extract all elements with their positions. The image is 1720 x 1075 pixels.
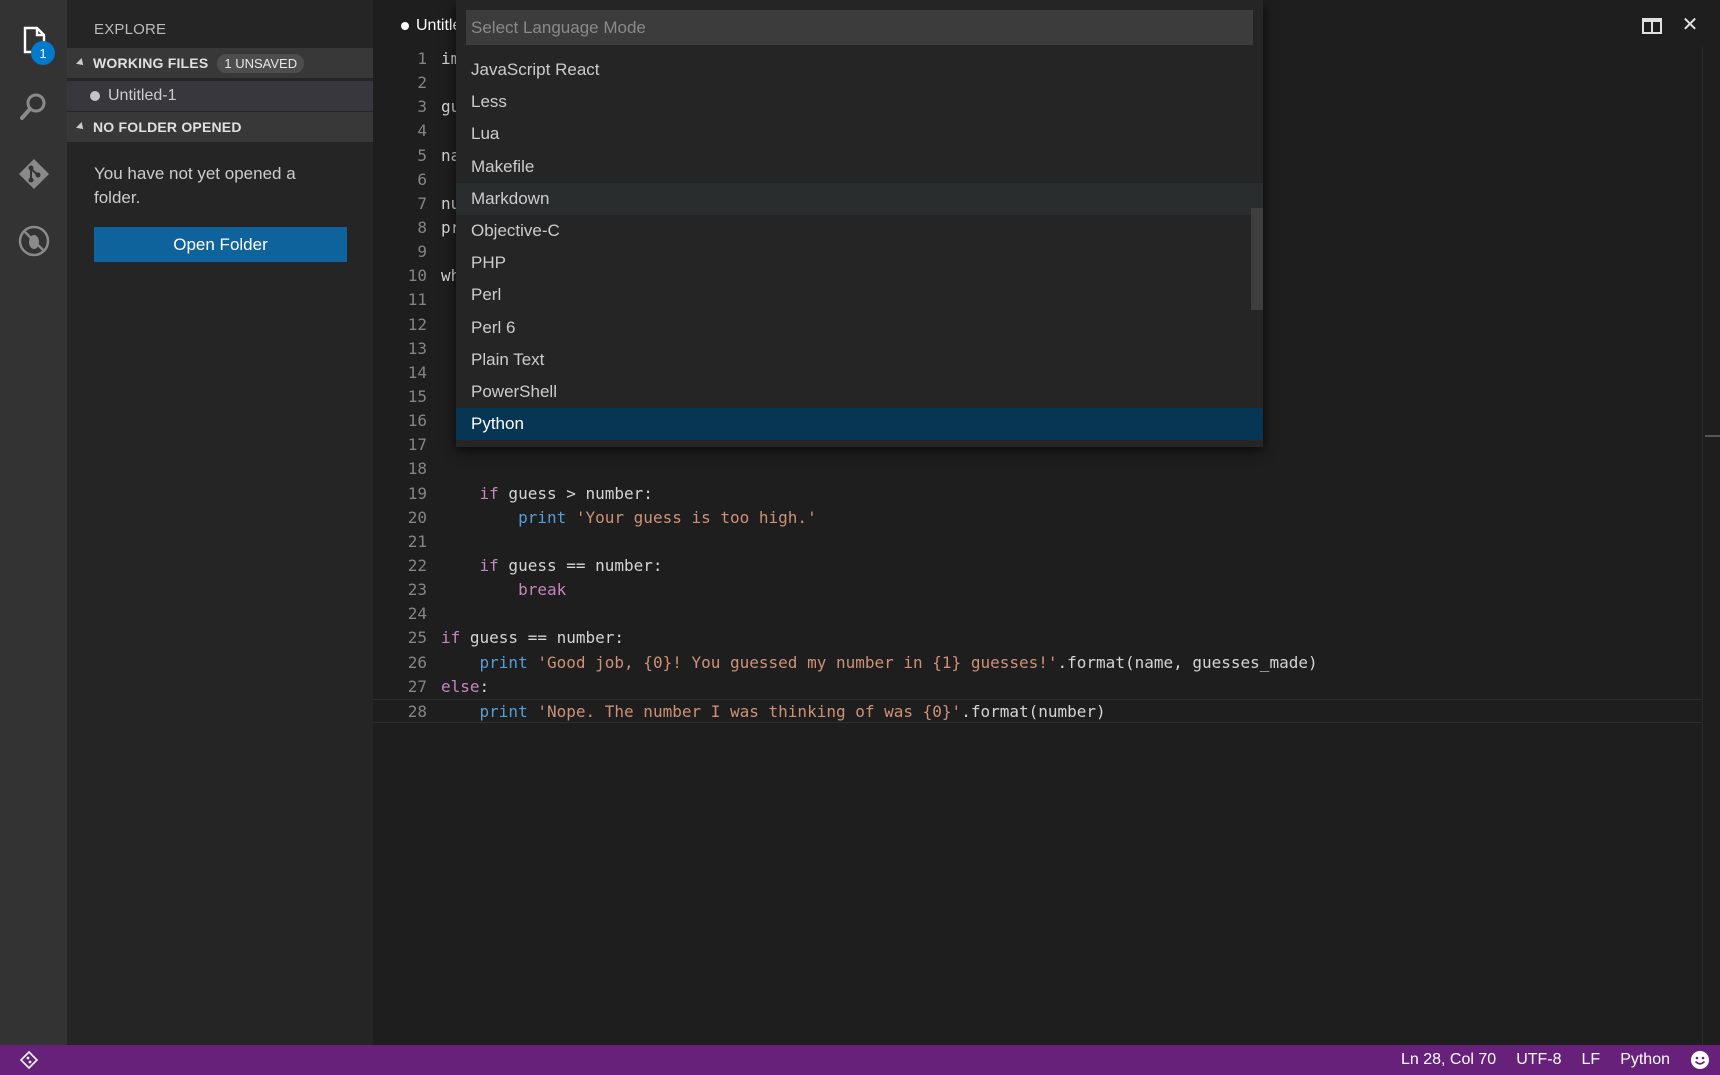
line-content: else: <box>441 676 490 696</box>
language-option[interactable]: PowerShell <box>456 376 1263 408</box>
language-option[interactable]: Perl 6 <box>456 312 1263 344</box>
line-number: 14 <box>407 362 427 382</box>
working-files-label: WORKING FILES <box>93 55 209 71</box>
line-number: 17 <box>407 435 427 455</box>
activity-bar: 1 <box>0 0 67 1045</box>
code-line[interactable]: 27 else: <box>373 675 1703 699</box>
close-icon[interactable]: ✕ <box>1678 12 1702 36</box>
code-line[interactable]: 23 break <box>373 578 1703 602</box>
language-option[interactable]: Less <box>456 86 1263 118</box>
line-number: 20 <box>407 507 427 527</box>
editor-scrollbar[interactable] <box>1702 47 1720 1045</box>
language-option[interactable]: JavaScript React <box>456 54 1263 86</box>
language-mode-input[interactable] <box>466 10 1253 45</box>
unsaved-badge: 1 UNSAVED <box>217 53 305 73</box>
code-line[interactable]: 22 if guess == number: <box>373 554 1703 578</box>
line-number: 4 <box>417 121 427 141</box>
line-number: 27 <box>407 676 427 696</box>
line-number: 6 <box>417 169 427 189</box>
line-number: 1 <box>417 49 427 68</box>
status-bar: Ln 28, Col 70 UTF-8 LF Python <box>0 1045 1720 1075</box>
line-number: 15 <box>407 386 427 406</box>
feedback-smiley-icon[interactable] <box>1690 1050 1710 1070</box>
open-folder-button[interactable]: Open Folder <box>94 227 347 262</box>
chevron-down-icon <box>76 122 86 132</box>
split-editor-icon[interactable] <box>1640 14 1664 38</box>
line-content: print 'Good job, {0}! You guessed my num… <box>479 652 1318 672</box>
line-number: 2 <box>417 73 427 93</box>
line-number: 26 <box>407 652 427 672</box>
language-option[interactable]: Python <box>456 408 1263 441</box>
line-number: 8 <box>417 217 427 237</box>
language-option[interactable]: PHP <box>456 247 1263 279</box>
sidebar: EXPLORE WORKING FILES 1 UNSAVED Untitled… <box>67 0 373 1045</box>
line-number: 13 <box>407 338 427 358</box>
unsaved-dot-icon <box>401 22 409 30</box>
code-line[interactable]: 28 print 'Nope. The number I was thinkin… <box>373 698 1703 723</box>
code-line[interactable]: 19 if guess > number: <box>373 482 1703 506</box>
no-folder-header[interactable]: NO FOLDER OPENED <box>67 112 373 142</box>
working-file-name: Untitled-1 <box>108 87 177 104</box>
line-number: 5 <box>417 145 427 165</box>
no-folder-label: NO FOLDER OPENED <box>93 119 242 135</box>
line-number: 22 <box>407 555 427 575</box>
encoding-selector[interactable]: UTF-8 <box>1516 1051 1561 1069</box>
line-number: 11 <box>407 290 427 310</box>
line-number: 16 <box>407 411 427 431</box>
language-list: JavaScript React Less Lua Makefile Markdown O… <box>456 54 1263 442</box>
no-folder-message: You have not yet opened a folder. <box>94 164 296 207</box>
line-number: 18 <box>407 459 427 479</box>
line-content: break <box>518 580 567 600</box>
line-content: if guess > number: <box>479 483 653 503</box>
sidebar-title: EXPLORE <box>94 21 167 38</box>
line-number: 10 <box>407 266 427 286</box>
line-number: 3 <box>417 97 427 117</box>
line-number: 21 <box>407 531 427 551</box>
line-number: 23 <box>407 580 427 600</box>
code-line[interactable]: 21 <box>373 530 1703 554</box>
language-mode-picker: JavaScript ReactLessLuaMakefileMarkdownO… <box>456 0 1263 447</box>
git-branch-icon[interactable] <box>20 1051 38 1069</box>
cursor-marker <box>1705 435 1720 437</box>
language-option[interactable]: Markdown <box>456 182 1263 215</box>
code-line[interactable]: 24 <box>373 602 1703 626</box>
language-list-scrollbar[interactable] <box>1251 208 1263 310</box>
line-number: 24 <box>407 604 427 624</box>
line-number: 25 <box>407 628 427 648</box>
working-file-item[interactable]: Untitled-1 <box>67 81 373 111</box>
line-content: print 'Nope. The number I was thinking o… <box>479 701 1106 721</box>
debug-icon[interactable] <box>12 219 56 263</box>
line-number: 12 <box>407 314 427 334</box>
search-icon[interactable] <box>12 84 56 128</box>
git-icon[interactable] <box>12 152 56 196</box>
line-number: 9 <box>417 242 427 262</box>
code-line[interactable]: 26 print 'Good job, {0}! You guessed my … <box>373 651 1703 675</box>
language-option[interactable]: Lua <box>456 118 1263 150</box>
language-option[interactable]: Makefile <box>456 151 1263 183</box>
tab-untitled-1[interactable]: Untitle <box>401 17 461 35</box>
chevron-down-icon <box>76 58 86 68</box>
language-option[interactable]: Perl <box>456 279 1263 311</box>
language-option[interactable]: Objective-C <box>456 215 1263 247</box>
line-number: 19 <box>407 483 427 503</box>
line-number: 28 <box>407 701 427 721</box>
language-option[interactable]: Plain Text <box>456 344 1263 376</box>
eol-selector[interactable]: LF <box>1582 1051 1601 1069</box>
cursor-position[interactable]: Ln 28, Col 70 <box>1401 1051 1496 1069</box>
line-content: if guess == number: <box>441 628 625 648</box>
code-line[interactable]: 18 <box>373 457 1703 481</box>
language-selector[interactable]: Python <box>1620 1051 1670 1069</box>
line-number: 7 <box>417 193 427 213</box>
working-files-header[interactable]: WORKING FILES 1 UNSAVED <box>67 48 373 78</box>
code-line[interactable]: 20 print 'Your guess is too high.' <box>373 506 1703 530</box>
line-content: if guess == number: <box>479 555 663 575</box>
tab-label: Untitle <box>416 17 462 34</box>
explorer-badge: 1 <box>31 41 55 65</box>
unsaved-dot-icon <box>90 91 100 101</box>
line-content: print 'Your guess is too high.' <box>518 507 817 527</box>
code-line[interactable]: 25 if guess == number: <box>373 626 1703 650</box>
